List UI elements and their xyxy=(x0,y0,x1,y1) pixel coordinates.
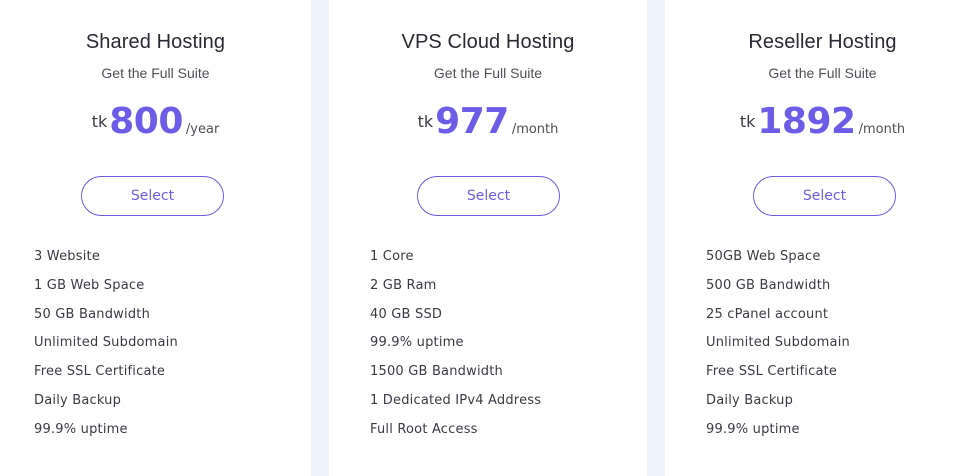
price-amount: 1892 xyxy=(757,101,856,142)
feature-list: 1 Core 2 GB Ram 40 GB SSD 99.9% uptime 1… xyxy=(370,248,541,450)
plan-subtitle: Get the Full Suite xyxy=(101,65,210,81)
feature-item: 3 Website xyxy=(34,249,101,264)
price-period: /month xyxy=(858,122,906,137)
price-amount: 800 xyxy=(109,101,183,142)
feature-item: Free SSL Certificate xyxy=(34,364,166,380)
price-amount: 977 xyxy=(435,101,509,142)
plan-title: VPS Cloud Hosting xyxy=(401,31,575,53)
feature-item: 40 GB SSD xyxy=(370,306,443,322)
feature-list: 50GB Web Space 500 GB Bandwidth 25 cPane… xyxy=(706,248,850,450)
feature-item: 1500 GB Bandwidth xyxy=(370,364,503,380)
plan-title: Reseller Hosting xyxy=(748,31,897,53)
feature-item: 2 GB Ram xyxy=(370,277,437,293)
select-button[interactable]: Select xyxy=(753,176,896,216)
price: tk1892/month xyxy=(665,104,980,140)
pricing-card-vps-cloud-hosting: VPS Cloud Hosting Get the Full Suite tk9… xyxy=(329,0,647,476)
price: tk800/year xyxy=(0,104,311,140)
feature-item: 1 Core xyxy=(370,249,414,264)
feature-list: 3 Website 1 GB Web Space 50 GB Bandwidth… xyxy=(34,248,178,450)
price-currency: tk xyxy=(91,112,108,131)
plan-subtitle: Get the Full Suite xyxy=(768,65,877,81)
plan-title: Shared Hosting xyxy=(85,31,226,53)
feature-item: 500 GB Bandwidth xyxy=(706,277,831,293)
feature-item: Unlimited Subdomain xyxy=(34,335,178,351)
feature-item: 99.9% uptime xyxy=(706,421,800,437)
feature-item: 99.9% uptime xyxy=(370,335,464,351)
pricing-card-reseller-hosting: Reseller Hosting Get the Full Suite tk18… xyxy=(665,0,980,476)
price: tk977/month xyxy=(329,104,647,140)
plan-subtitle: Get the Full Suite xyxy=(433,65,543,81)
price-currency: tk xyxy=(739,112,756,131)
feature-item: Full Root Access xyxy=(370,421,478,437)
feature-item: Daily Backup xyxy=(34,392,122,408)
feature-item: 25 cPanel account xyxy=(706,306,829,322)
feature-item: 50GB Web Space xyxy=(706,249,821,264)
pricing-card-shared-hosting: Shared Hosting Get the Full Suite tk800/… xyxy=(0,0,311,476)
feature-item: Free SSL Certificate xyxy=(706,364,838,380)
select-button[interactable]: Select xyxy=(81,176,224,216)
price-currency: tk xyxy=(417,112,434,131)
feature-item: 99.9% uptime xyxy=(34,421,128,437)
feature-item: 50 GB Bandwidth xyxy=(34,306,151,322)
price-period: /year xyxy=(185,122,220,137)
price-period: /month xyxy=(511,122,559,137)
select-button[interactable]: Select xyxy=(417,176,560,216)
feature-item: 1 GB Web Space xyxy=(34,277,145,293)
feature-item: 1 Dedicated IPv4 Address xyxy=(370,392,542,408)
feature-item: Unlimited Subdomain xyxy=(706,335,850,351)
feature-item: Daily Backup xyxy=(706,392,794,408)
